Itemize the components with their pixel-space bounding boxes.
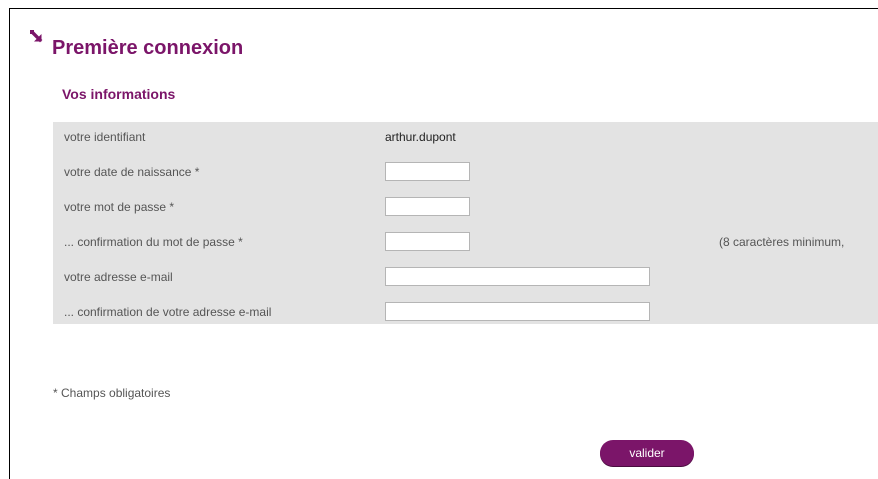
identifiant-value: arthur.dupont <box>385 130 456 144</box>
form-row-mot-de-passe: votre mot de passe * <box>53 192 878 222</box>
email-input[interactable] <box>385 267 650 286</box>
form-row-identifiant: votre identifiant arthur.dupont <box>53 122 878 152</box>
arrow-down-right-icon <box>30 30 43 43</box>
form-row-confirmation-email: ... confirmation de votre adresse e-mail <box>53 297 878 324</box>
identifiant-label: votre identifiant <box>64 130 146 144</box>
password-hint: (8 caractères minimum, <box>719 235 845 249</box>
date-naissance-input[interactable] <box>385 162 470 181</box>
email-label: votre adresse e-mail <box>64 270 173 284</box>
submit-button[interactable]: valider <box>600 440 694 466</box>
form-row-date-naissance: votre date de naissance * <box>53 157 878 187</box>
confirm-email-input[interactable] <box>385 302 650 321</box>
mot-de-passe-label: votre mot de passe * <box>64 200 175 214</box>
page-title: Première connexion <box>52 37 244 59</box>
date-naissance-label: votre date de naissance * <box>64 165 200 179</box>
confirm-password-label: ... confirmation du mot de passe * <box>64 235 243 249</box>
form-panel: votre identifiant arthur.dupont votre da… <box>53 122 878 324</box>
form-row-email: votre adresse e-mail <box>53 262 878 292</box>
confirm-email-label: ... confirmation de votre adresse e-mail <box>64 305 272 319</box>
section-title: Vos informations <box>62 86 176 102</box>
required-fields-note: * Champs obligatoires <box>53 386 171 400</box>
frame-top-border <box>9 8 878 9</box>
password-input[interactable] <box>385 197 470 216</box>
confirm-password-input[interactable] <box>385 232 470 251</box>
form-row-confirmation-mot-de-passe: ... confirmation du mot de passe * (8 ca… <box>53 227 878 257</box>
frame-left-border <box>9 8 10 479</box>
